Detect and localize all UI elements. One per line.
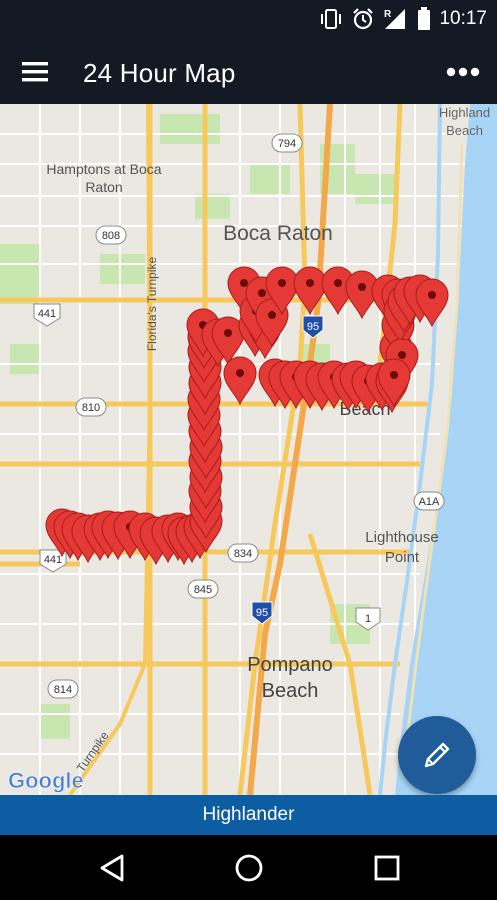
- pencil-icon: [424, 742, 450, 768]
- google-logo: Google: [8, 768, 84, 793]
- status-bar: R 10:17: [0, 0, 497, 40]
- more-options-icon[interactable]: [443, 58, 483, 86]
- vibrate-icon: [321, 9, 342, 29]
- label-lighthouse-point: Lighthouse Point: [365, 529, 438, 566]
- app-bar: 24 Hour Map: [0, 40, 497, 104]
- svg-text:834: 834: [234, 548, 252, 560]
- map-view[interactable]: 794 808 441 810 95 834 845 A1A 1 814 95 …: [0, 104, 497, 795]
- bottom-banner[interactable]: Highlander: [0, 795, 497, 835]
- map-pin-dot: [358, 283, 366, 291]
- label-hamptons: Hamptons at Boca Raton: [46, 161, 161, 195]
- signal-badge: R: [384, 9, 392, 20]
- svg-text:95: 95: [256, 607, 268, 619]
- map-pin-dot: [240, 279, 248, 287]
- label-boca-raton: Boca Raton: [223, 222, 333, 245]
- map-pin-dot: [334, 279, 342, 287]
- map-pin-dot: [428, 291, 436, 299]
- shield-845: 845: [187, 579, 219, 599]
- shield-814: 814: [47, 679, 79, 699]
- edit-fab-button[interactable]: [398, 716, 476, 794]
- map-pin-dot: [236, 369, 244, 377]
- signal-icon: R: [384, 9, 406, 29]
- map-pin-dot: [398, 351, 406, 359]
- map-canvas[interactable]: 794 808 441 810 95 834 845 A1A 1 814 95 …: [0, 104, 497, 795]
- label-highland-beach: Highland Beach: [439, 105, 490, 138]
- map-pin-dot: [268, 311, 276, 319]
- shield-834: 834: [227, 543, 259, 563]
- hamburger-menu-icon[interactable]: [20, 57, 52, 87]
- shield-794: 794: [271, 133, 303, 153]
- status-icons: R 10:17: [319, 7, 487, 31]
- page-title: 24 Hour Map: [83, 58, 236, 88]
- svg-text:810: 810: [82, 402, 100, 414]
- svg-text:845: 845: [194, 584, 212, 596]
- alarm-icon: [353, 8, 374, 30]
- shield-810: 810: [75, 397, 107, 417]
- status-time: 10:17: [439, 8, 487, 29]
- home-circle-icon[interactable]: [232, 851, 266, 885]
- svg-text:441: 441: [44, 554, 62, 566]
- svg-text:441: 441: [38, 308, 56, 320]
- map-pin-dot: [224, 329, 232, 337]
- svg-text:95: 95: [307, 321, 319, 333]
- svg-text:1: 1: [365, 613, 371, 625]
- svg-text:794: 794: [278, 138, 296, 150]
- map-pin-dot: [278, 279, 286, 287]
- label-pompano-beach: Pompano Beach: [247, 654, 333, 702]
- label-florida-turnpike: Florida's Turnpike: [145, 257, 159, 352]
- svg-text:814: 814: [54, 684, 72, 696]
- recents-square-icon[interactable]: [370, 851, 404, 885]
- shield-a1a: A1A: [413, 491, 445, 511]
- svg-text:A1A: A1A: [419, 496, 440, 508]
- map-pin-dot: [390, 371, 398, 379]
- shield-808: 808: [95, 225, 127, 245]
- system-nav-bar: [0, 835, 497, 900]
- back-triangle-icon[interactable]: [96, 851, 130, 885]
- map-pin-dot: [258, 289, 266, 297]
- svg-text:808: 808: [102, 230, 120, 242]
- battery-icon: [418, 7, 431, 30]
- map-pin-dot: [306, 279, 314, 287]
